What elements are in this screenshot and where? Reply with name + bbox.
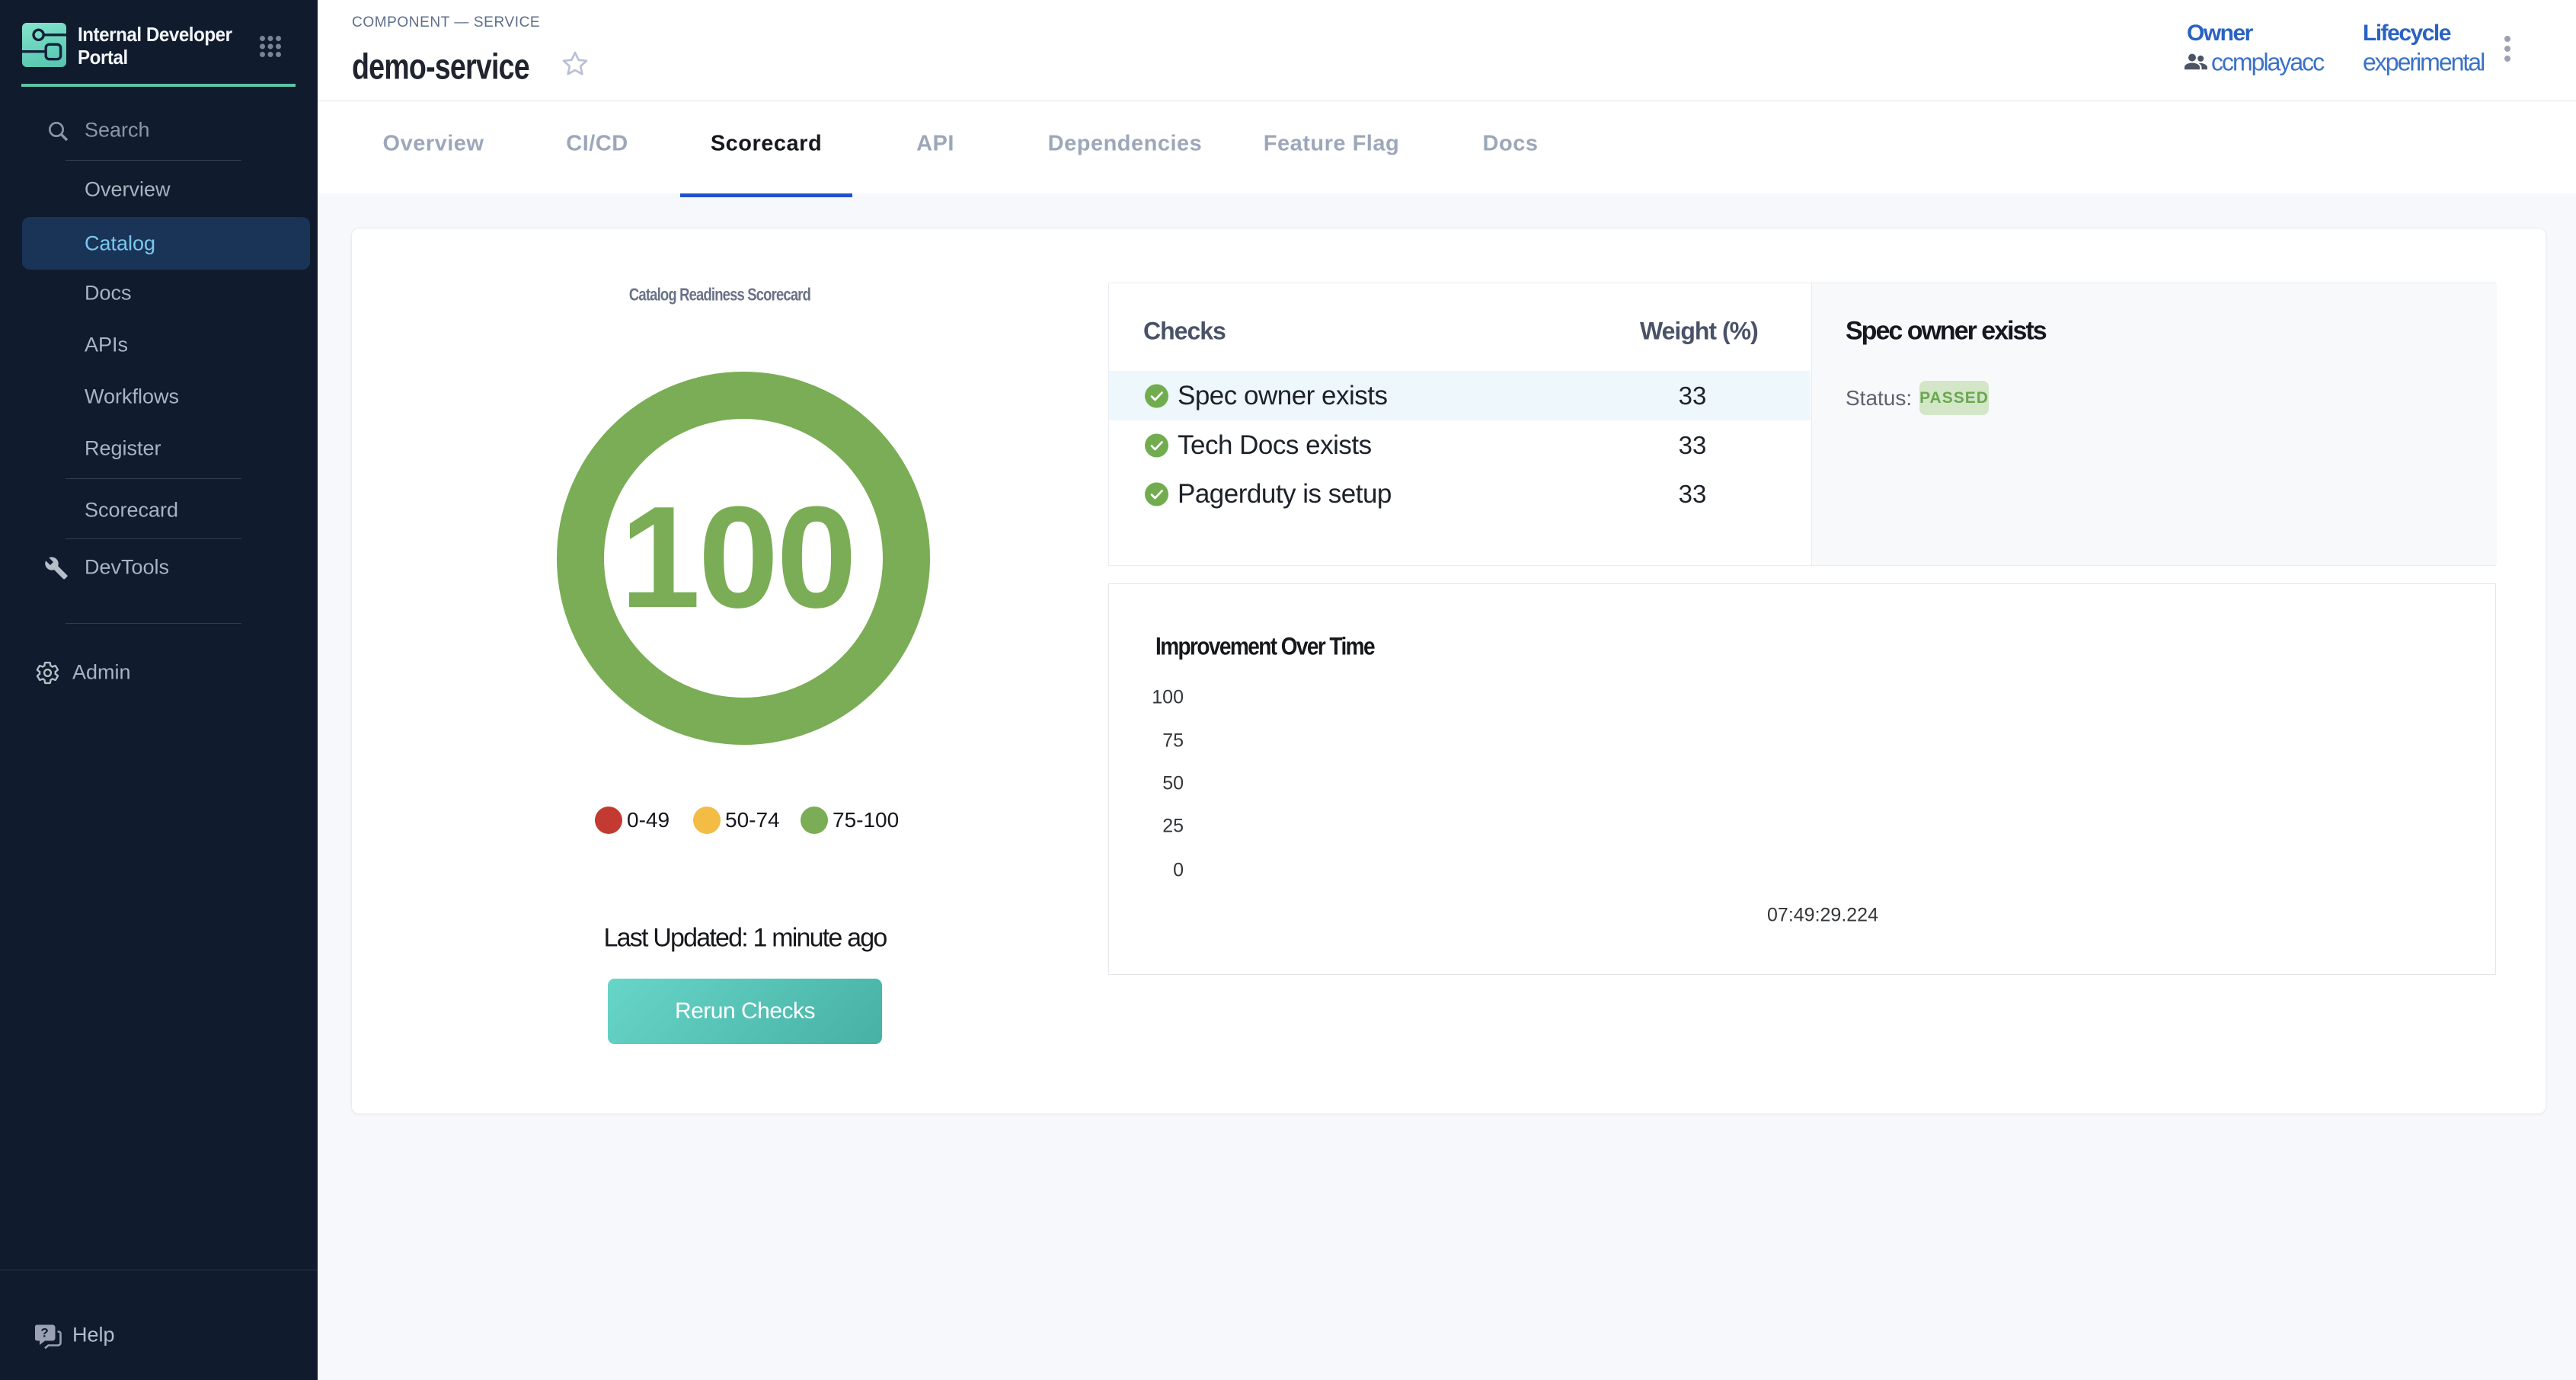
svg-text:?: ? — [40, 1326, 48, 1340]
